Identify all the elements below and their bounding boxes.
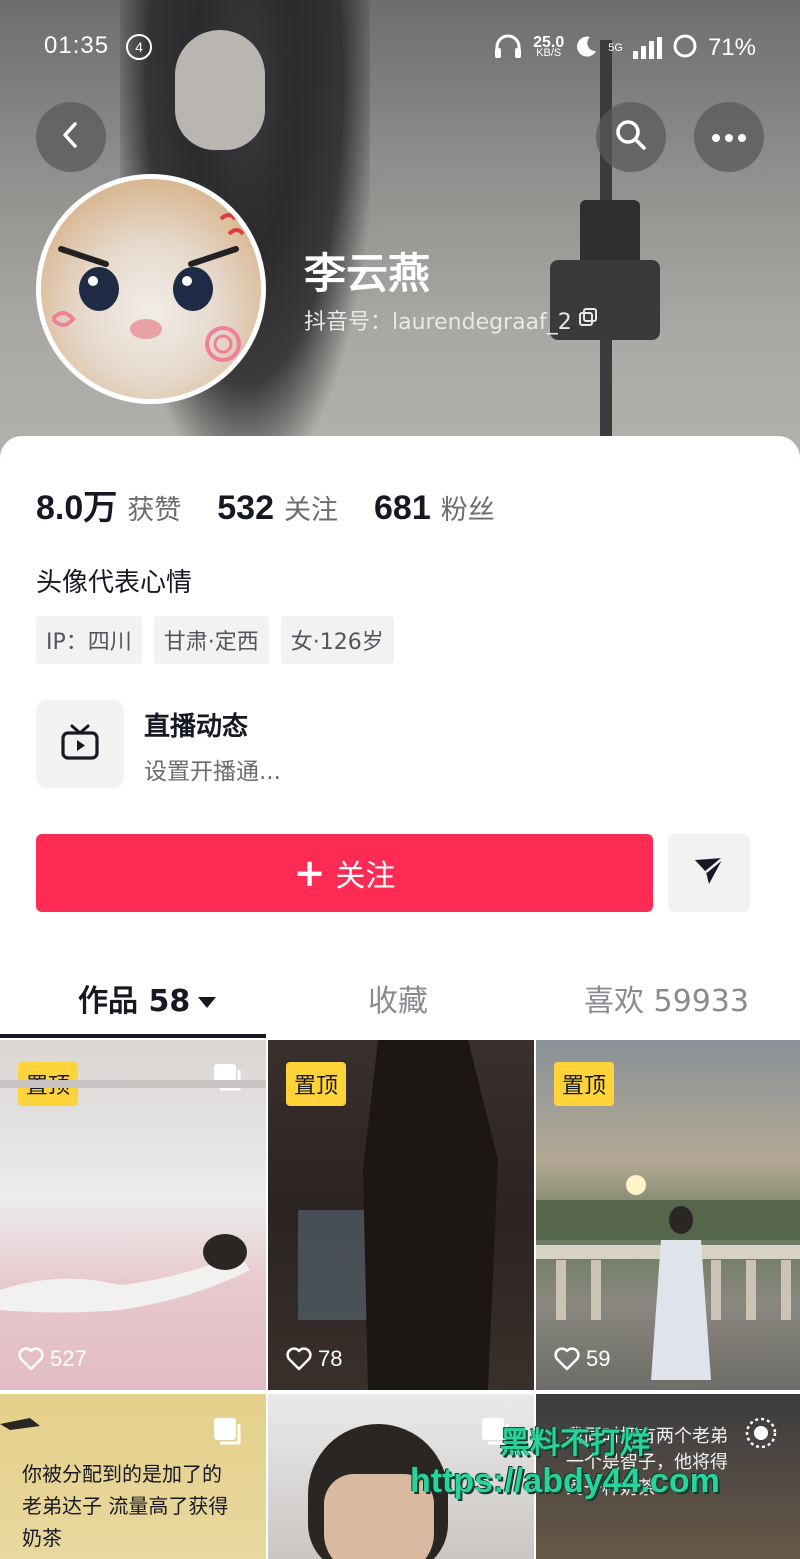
stat-followers-label: 粉丝 <box>440 495 495 526</box>
stat-followers-value: 681 <box>374 489 431 527</box>
heart-icon <box>554 1347 580 1371</box>
caret-down-icon <box>198 997 217 1008</box>
tag-gender-age: 女·126岁 <box>280 616 394 664</box>
notification-count-badge: 4 <box>126 34 152 60</box>
video-tile[interactable]: 置顶 59 <box>536 1040 800 1390</box>
video-caption-line: 奶茶 <box>22 1526 62 1550</box>
net-speed: 25.0 KB/S <box>533 34 565 59</box>
video-tile[interactable]: 置顶 78 <box>268 1040 534 1390</box>
stat-following-label: 关注 <box>284 495 338 526</box>
video-thumbnail <box>298 1040 498 1390</box>
tab-active-indicator <box>0 1034 266 1038</box>
paper-plane-icon <box>693 856 725 890</box>
tv-icon <box>60 723 100 765</box>
stat-followers[interactable]: 681 粉丝 <box>374 488 495 528</box>
video-likes: 78 <box>286 1346 342 1372</box>
watermark-line-2: https://abdy44.com <box>410 1462 720 1500</box>
cat-face-illustration <box>51 213 245 362</box>
profile-bio: 头像代表心情 <box>36 568 193 598</box>
tag-location: 甘肃·定西 <box>153 616 269 664</box>
heart-icon <box>286 1347 312 1371</box>
status-right: 25.0 KB/S 5G 71% <box>493 30 756 66</box>
stat-likes-value: 8.0万 <box>36 489 118 527</box>
video-caption-line: 你被分配到的是加了的 <box>22 1462 222 1486</box>
tab-works-label: 作品 58 <box>78 984 191 1019</box>
live-title: 直播动态 <box>144 712 249 742</box>
stat-following-value: 532 <box>217 489 274 527</box>
video-likes: 527 <box>18 1346 87 1372</box>
avatar[interactable] <box>36 174 266 404</box>
follow-button[interactable]: + 关注 <box>36 834 653 912</box>
video-tile[interactable]: 置顶 527 <box>0 1040 266 1390</box>
tab-collect[interactable]: 收藏 <box>368 976 428 1020</box>
send-message-button[interactable] <box>668 834 750 912</box>
video-likes-count: 59 <box>586 1346 611 1371</box>
heart-icon <box>18 1347 44 1371</box>
multi-image-icon <box>212 1416 242 1450</box>
live-icon-box <box>36 700 124 788</box>
headphones-icon <box>493 33 523 64</box>
status-time: 01:35 <box>44 32 110 59</box>
copy-icon[interactable] <box>578 307 598 333</box>
chevron-left-icon <box>56 120 86 154</box>
profile-id-text: 抖音号：laurendegraaf_2 <box>304 310 572 335</box>
video-likes-count: 527 <box>50 1346 87 1371</box>
search-button[interactable] <box>596 102 666 172</box>
tag-ip: IP：四川 <box>36 616 142 664</box>
profile-id: 抖音号：laurendegraaf_2 <box>304 304 598 336</box>
follow-label: 关注 <box>335 859 396 894</box>
profile-stats: 8.0万 获赞 532 关注 681 粉丝 <box>36 480 531 529</box>
battery-level: 71% <box>707 34 756 61</box>
video-caption: 你被分配到的是加了的 老弟达子 流量高了获得 奶茶 <box>22 1458 228 1554</box>
video-thumbnail <box>0 1080 266 1313</box>
profile-name: 李云燕 <box>304 249 431 298</box>
video-tile[interactable]: 你被分配到的是加了的 老弟达子 流量高了获得 奶茶 <box>0 1394 266 1559</box>
network-type: 5G <box>608 42 623 54</box>
video-likes-count: 78 <box>318 1346 343 1371</box>
watermark-line-1: 黑料不打烊 <box>500 1427 650 1460</box>
plus-icon: + <box>293 851 326 895</box>
stat-likes-label: 获赞 <box>127 495 182 526</box>
profile-tags: IP：四川 甘肃·定西 女·126岁 <box>36 616 394 664</box>
signal-icon <box>632 37 662 59</box>
status-bar: 01:35 4 25.0 KB/S 5G 71% <box>0 28 800 68</box>
moon-icon <box>574 34 598 63</box>
content-tabs: 作品 58 收藏 喜欢 59933 <box>0 966 800 1038</box>
tab-works[interactable]: 作品 58 <box>78 976 217 1020</box>
tab-likes[interactable]: 喜欢 59933 <box>584 976 749 1020</box>
video-caption-line: 老弟达子 流量高了获得 <box>22 1494 229 1518</box>
video-likes: 59 <box>554 1346 610 1372</box>
stat-likes[interactable]: 8.0万 获赞 <box>36 480 181 529</box>
more-dots-icon <box>711 128 747 147</box>
stat-following[interactable]: 532 关注 <box>217 488 338 528</box>
video-thumbnail <box>536 1175 800 1380</box>
battery-ring-icon <box>672 33 698 64</box>
more-button[interactable] <box>694 102 764 172</box>
back-button[interactable] <box>36 102 106 172</box>
profile-card: 8.0万 获赞 532 关注 681 粉丝 头像代表心情 IP：四川 甘肃·定西… <box>0 436 800 1559</box>
live-updates-entry[interactable]: 直播动态 设置开播通... <box>36 700 536 790</box>
search-icon <box>614 118 648 156</box>
live-subtitle: 设置开播通... <box>144 759 281 785</box>
live-ring-icon <box>744 1416 778 1454</box>
